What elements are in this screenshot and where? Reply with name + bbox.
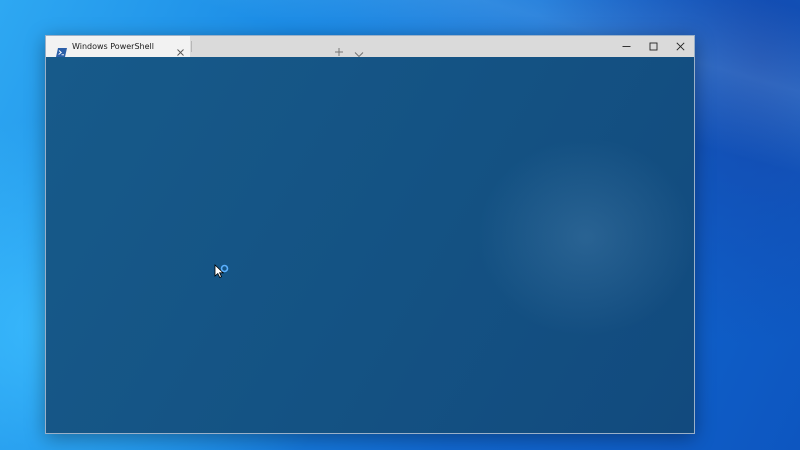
terminal-content-area[interactable]	[46, 57, 694, 433]
title-bar[interactable]: Windows PowerShell	[46, 36, 694, 58]
chevron-down-icon[interactable]	[354, 43, 364, 58]
close-button[interactable]	[668, 36, 694, 57]
maximize-button[interactable]	[641, 36, 667, 57]
powershell-icon	[56, 42, 67, 57]
close-icon	[676, 42, 685, 51]
minimize-icon	[622, 46, 631, 47]
busy-cursor-icon	[214, 264, 230, 282]
tab-close-icon[interactable]	[176, 42, 185, 56]
tab-windows-powershell[interactable]: Windows PowerShell	[46, 36, 190, 57]
tab-divider	[191, 41, 192, 52]
terminal-window: Windows PowerShell	[45, 35, 695, 434]
plus-icon[interactable]	[334, 42, 344, 56]
maximize-icon	[649, 42, 658, 51]
minimize-button[interactable]	[614, 36, 640, 57]
background-glow	[476, 137, 694, 337]
tab-title: Windows PowerShell	[72, 42, 154, 51]
